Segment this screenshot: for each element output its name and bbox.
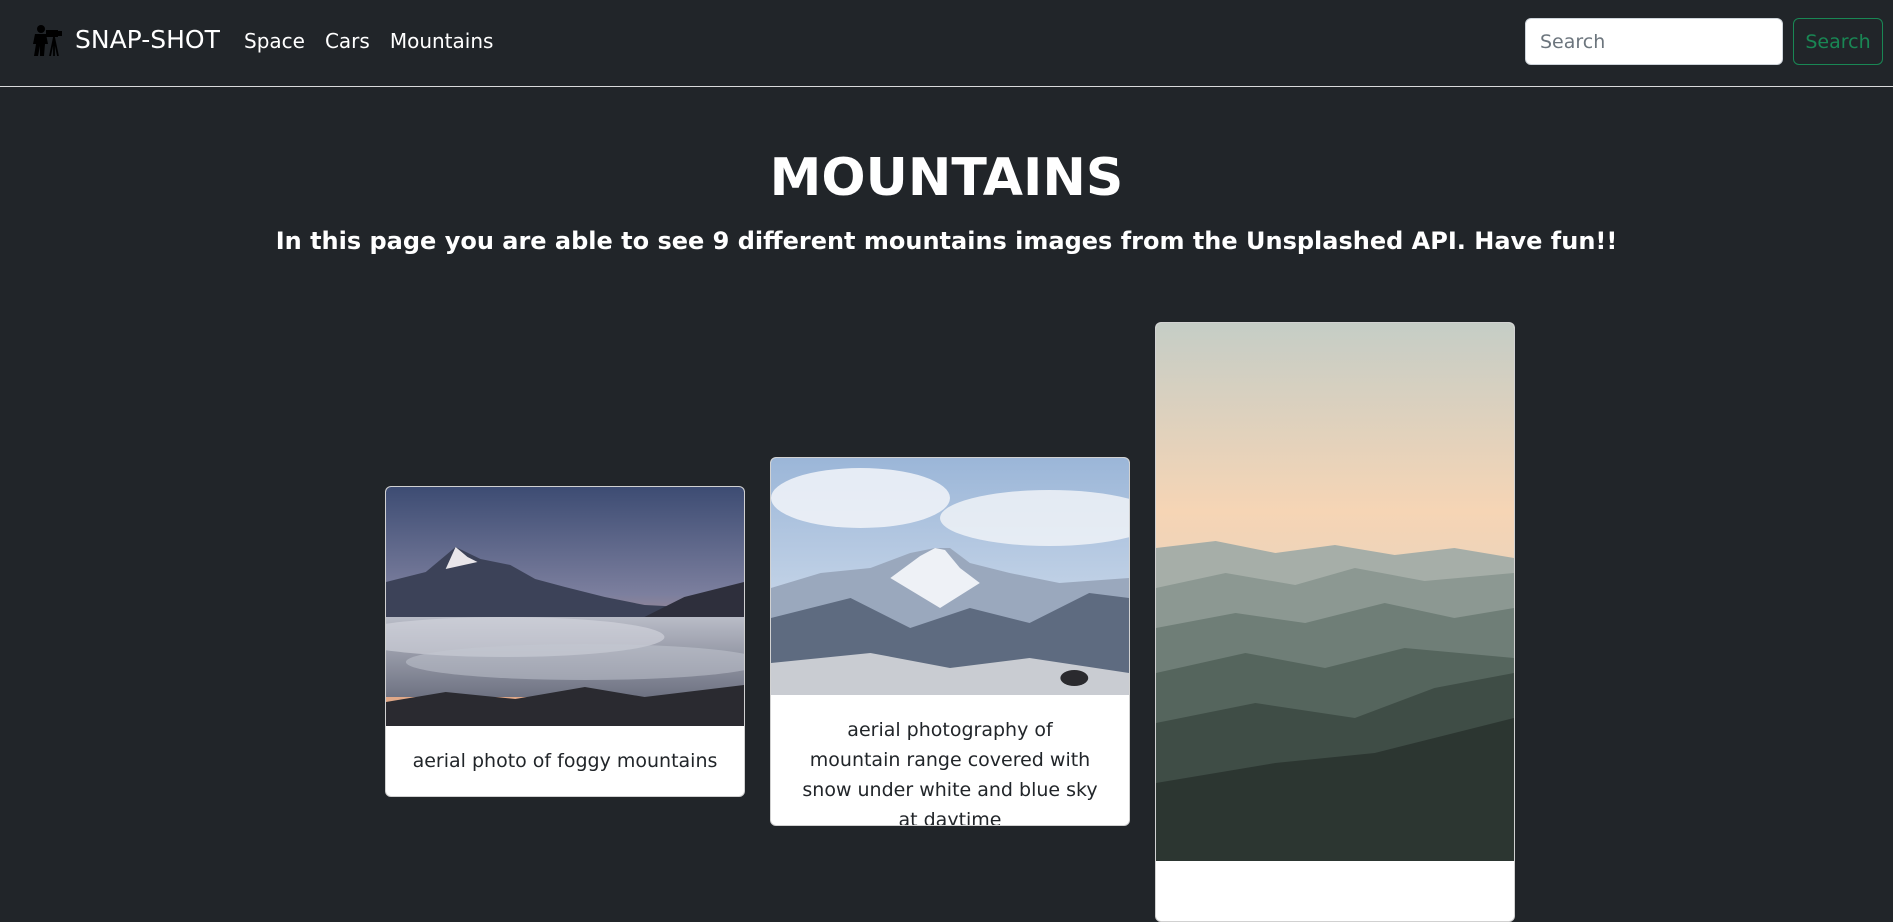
card-caption: aerial photo of foggy mountains — [412, 750, 718, 772]
brand-name: SNAP-SHOT — [75, 24, 220, 54]
card-caption: aerial photography of mountain range cov… — [802, 719, 1098, 826]
card-caption — [1156, 861, 1514, 909]
card-image — [386, 487, 744, 726]
photographer-icon — [33, 25, 62, 56]
page-title: MOUNTAINS — [769, 148, 1124, 208]
brand[interactable]: SNAP-SHOT — [30, 22, 220, 56]
card-image — [1156, 323, 1514, 861]
image-card[interactable]: aerial photography of mountain range cov… — [770, 457, 1130, 826]
image-card[interactable] — [1155, 322, 1515, 922]
navbar: SNAP-SHOT Space Cars Mountains Search — [0, 0, 1893, 87]
nav-link-mountains[interactable]: Mountains — [390, 29, 494, 53]
search-input[interactable] — [1525, 18, 1783, 65]
page-subtitle: In this page you are able to see 9 diffe… — [275, 227, 1618, 255]
image-card[interactable]: aerial photo of foggy mountains — [385, 486, 745, 797]
nav-link-cars[interactable]: Cars — [325, 29, 370, 53]
search-button[interactable]: Search — [1793, 18, 1883, 65]
nav-links: Space Cars Mountains — [244, 29, 513, 53]
nav-link-space[interactable]: Space — [244, 29, 305, 53]
card-image — [771, 458, 1129, 695]
